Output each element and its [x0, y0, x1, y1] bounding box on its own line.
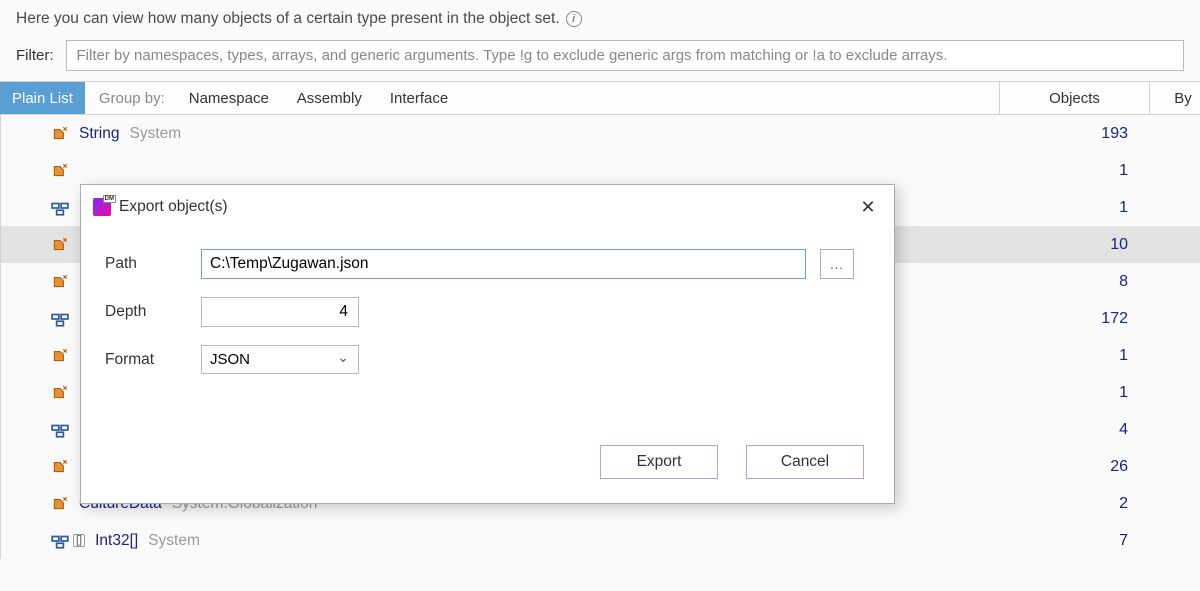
page-description: Here you can view how many objects of a … [0, 0, 1200, 36]
objects-count: 4 [1000, 421, 1200, 439]
struct-icon [51, 421, 69, 439]
type-name: String [79, 125, 120, 143]
row-content: String System [1, 125, 1000, 143]
class-icon [51, 384, 69, 402]
class-icon [51, 495, 69, 513]
dialog-body: Path ... Depth Format JSON [81, 229, 894, 412]
class-icon [51, 347, 69, 365]
objects-count: 1 [1000, 162, 1200, 180]
struct-icon [51, 310, 69, 328]
description-text: Here you can view how many objects of a … [16, 10, 560, 28]
namespace-name: System [130, 125, 182, 143]
tab-plain-list[interactable]: Plain List [0, 82, 85, 114]
format-label: Format [105, 351, 201, 369]
objects-count: 1 [1000, 384, 1200, 402]
path-input[interactable] [201, 249, 806, 279]
class-icon [51, 458, 69, 476]
group-by-assembly[interactable]: Assembly [283, 82, 376, 114]
objects-count: 193 [1000, 125, 1200, 143]
array-badge-icon: [] [73, 534, 85, 547]
depth-input[interactable] [201, 297, 359, 327]
group-by-label: Group by: [85, 82, 175, 114]
filter-input[interactable] [66, 40, 1185, 71]
format-select[interactable]: JSON [201, 345, 359, 374]
group-by-interface[interactable]: Interface [376, 82, 462, 114]
class-icon [51, 273, 69, 291]
class-icon [51, 162, 69, 180]
toolbar: Plain List Group by: Namespace Assembly … [0, 81, 1200, 115]
export-dialog: Export object(s) ✕ Path ... Depth Format… [80, 184, 895, 504]
depth-label: Depth [105, 303, 201, 321]
objects-count: 172 [1000, 310, 1200, 328]
objects-count: 1 [1000, 199, 1200, 217]
column-header-bytes[interactable]: By [1150, 82, 1200, 114]
dialog-titlebar: Export object(s) ✕ [81, 185, 894, 229]
table-row[interactable]: String System 193 [1, 115, 1200, 152]
close-icon[interactable]: ✕ [854, 193, 882, 221]
type-name: Int32[] [95, 532, 138, 550]
group-by-namespace[interactable]: Namespace [175, 82, 283, 114]
app-icon [93, 198, 111, 216]
objects-count: 26 [1000, 458, 1200, 476]
column-header-objects[interactable]: Objects [1000, 82, 1150, 114]
export-button[interactable]: Export [600, 445, 718, 479]
objects-count: 10 [1000, 236, 1200, 254]
path-label: Path [105, 255, 201, 273]
browse-button[interactable]: ... [820, 249, 854, 279]
class-icon [51, 125, 69, 143]
dialog-title-text: Export object(s) [119, 198, 228, 216]
namespace-name: System [148, 532, 200, 550]
info-icon[interactable]: i [566, 11, 582, 27]
filter-label: Filter: [16, 47, 54, 64]
objects-count: 1 [1000, 347, 1200, 365]
dialog-button-row: Export Cancel [600, 445, 864, 479]
row-content: [] Int32[] System [1, 532, 1000, 550]
objects-count: 7 [1000, 532, 1200, 550]
table-row[interactable]: [] Int32[] System 7 [1, 522, 1200, 559]
cancel-button[interactable]: Cancel [746, 445, 864, 479]
class-icon [51, 236, 69, 254]
objects-count: 2 [1000, 495, 1200, 513]
struct-array-icon [51, 532, 69, 550]
row-content [1, 162, 1000, 180]
objects-count: 8 [1000, 273, 1200, 291]
struct-icon [51, 199, 69, 217]
filter-row: Filter: [0, 36, 1200, 81]
